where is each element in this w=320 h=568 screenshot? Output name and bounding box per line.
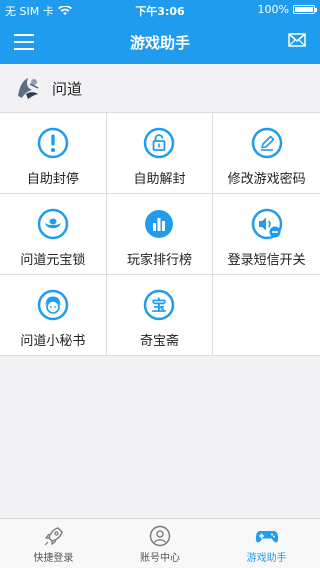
unlock-icon xyxy=(144,127,175,159)
cell-label: 修改游戏密码 xyxy=(227,172,306,187)
grid-row: 问道小秘书 宝 奇宝斋 xyxy=(0,275,320,356)
pencil-icon xyxy=(251,127,282,159)
tab-label: 游戏助手 xyxy=(246,553,287,564)
cell-label: 玩家排行榜 xyxy=(126,253,192,268)
grid-row: 自助封停 自助解封 修改游戏密码 xyxy=(0,113,320,194)
game-header: 问道 xyxy=(0,64,320,112)
nav-bar: 游戏助手 xyxy=(0,20,320,64)
tab-quick-login[interactable]: 快捷登录 xyxy=(0,519,107,568)
sms-switch-button[interactable]: 登录短信开关 xyxy=(213,194,320,274)
ingot-lock-icon xyxy=(37,208,69,240)
mail-icon[interactable] xyxy=(288,33,306,47)
status-bar: 无 SIM 卡 下午3:06 100% xyxy=(0,0,320,20)
cell-label: 自助解封 xyxy=(133,172,186,187)
tab-game-assistant[interactable]: 游戏助手 xyxy=(213,519,320,568)
treasure-shop-button[interactable]: 宝 奇宝斋 xyxy=(107,275,214,355)
cell-label: 登录短信开关 xyxy=(227,253,306,268)
cell-label: 问道元宝锁 xyxy=(20,253,86,268)
empty-cell xyxy=(213,275,320,355)
rocket-icon xyxy=(44,527,64,546)
user-icon xyxy=(149,525,171,547)
battery-group: 100% xyxy=(257,3,317,16)
battery-percent: 100% xyxy=(257,3,289,16)
player-ranking-button[interactable]: 玩家排行榜 xyxy=(107,194,214,274)
ingot-lock-button[interactable]: 问道元宝锁 xyxy=(0,194,107,274)
secretary-button[interactable]: 问道小秘书 xyxy=(0,275,107,355)
grid-row: 问道元宝锁 玩家排行榜 登录短信开关 xyxy=(0,194,320,275)
change-password-button[interactable]: 修改游戏密码 xyxy=(213,113,320,193)
battery-icon xyxy=(293,5,317,14)
game-name: 问道 xyxy=(52,79,83,98)
self-suspend-button[interactable]: 自助封停 xyxy=(0,113,107,193)
feature-grid: 自助封停 自助解封 修改游戏密码 问道元宝锁 玩家排行榜 登录短信开关 问道小秘… xyxy=(0,112,320,356)
gamepad-icon xyxy=(255,531,278,543)
page-title: 游戏助手 xyxy=(129,34,190,52)
speaker-icon xyxy=(251,208,282,240)
tab-label: 账号中心 xyxy=(140,553,180,564)
tab-label: 快捷登录 xyxy=(33,553,74,564)
bar-chart-icon xyxy=(145,210,174,238)
secretary-icon xyxy=(37,289,69,321)
cell-label: 自助封停 xyxy=(26,172,79,187)
cell-label: 问道小秘书 xyxy=(20,334,86,349)
exclamation-icon xyxy=(37,127,69,159)
game-logo-icon xyxy=(18,78,39,99)
treasure-icon: 宝 xyxy=(144,289,175,321)
svg-text:宝: 宝 xyxy=(152,297,167,315)
cell-label: 奇宝斋 xyxy=(139,334,179,349)
tab-bar: 快捷登录 账号中心 游戏助手 xyxy=(0,518,320,568)
tab-account-center[interactable]: 账号中心 xyxy=(107,519,214,568)
self-unban-button[interactable]: 自助解封 xyxy=(107,113,214,193)
